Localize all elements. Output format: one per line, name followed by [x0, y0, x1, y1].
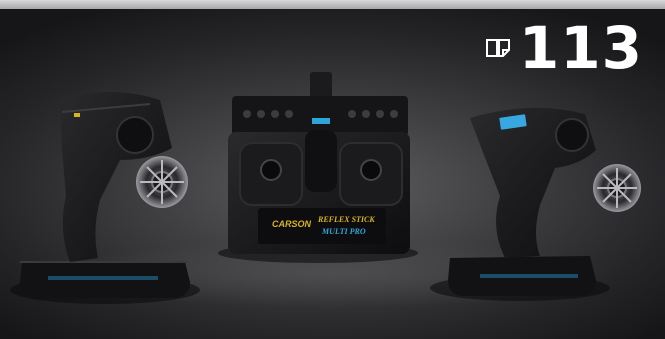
product-photo-frame: CARSON REFLEX STICK MULTI PRO 113	[0, 0, 665, 339]
carson-brand-label: CARSON	[272, 219, 312, 229]
model-line-1: REFLEX STICK	[317, 215, 375, 224]
center-stick-transmitter: CARSON REFLEX STICK MULTI PRO	[218, 72, 418, 263]
model-line-2: MULTI PRO	[321, 227, 366, 236]
left-pistol-transmitter	[10, 92, 200, 304]
page-number: 113	[518, 14, 643, 82]
page-number-badge: 113	[485, 18, 643, 78]
right-pistol-transmitter	[430, 107, 641, 301]
book-icon	[485, 39, 510, 57]
